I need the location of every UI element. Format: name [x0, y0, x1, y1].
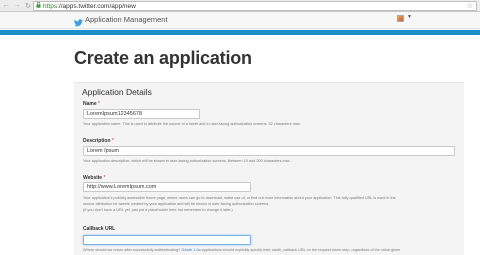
website-help-line2: source attribution for tweets created by…	[83, 202, 270, 206]
callback-url-input[interactable]	[83, 235, 251, 245]
url-scheme: https	[43, 2, 58, 10]
website-help-line3: (If you don't have a URL yet, just put a…	[83, 208, 233, 212]
required-mark: *	[98, 101, 100, 107]
name-input[interactable]	[83, 109, 200, 119]
name-label: Name *	[83, 101, 100, 107]
address-bar[interactable]: https://apps.twitter.com/app/new ☆	[33, 1, 477, 11]
required-mark: *	[111, 138, 114, 144]
callback-url-label-text: Callback URL	[83, 226, 116, 232]
website-label-text: Website	[83, 175, 103, 181]
description-input[interactable]	[83, 146, 455, 156]
chevron-down-icon[interactable]: ▼	[407, 14, 412, 20]
website-label: Website *	[83, 175, 105, 181]
application-details-panel	[74, 82, 464, 255]
name-label-text: Name	[83, 101, 97, 107]
forward-icon[interactable]: →	[12, 1, 22, 11]
page-title: Create an application	[74, 48, 252, 68]
avatar[interactable]	[397, 15, 404, 22]
website-input[interactable]	[83, 182, 251, 192]
app-management-title[interactable]: Application Management	[85, 15, 168, 24]
reload-icon[interactable]: ↻	[23, 1, 33, 11]
section-title: Application Details	[82, 87, 152, 97]
callback-url-label: Callback URL	[83, 226, 115, 232]
description-help: Your application description, which will…	[83, 159, 291, 163]
name-help: Your application name. This is used to a…	[83, 122, 301, 126]
required-mark: *	[103, 175, 106, 181]
lock-icon	[36, 2, 41, 10]
callback-help-suffix: applications should explicitly specify t…	[200, 248, 401, 252]
callback-url-help: Where should we return after successfull…	[83, 248, 400, 253]
bookmark-star-icon[interactable]: ☆	[467, 2, 473, 10]
description-label: Description *	[83, 138, 114, 144]
twitter-bird-icon[interactable]	[73, 14, 83, 27]
url-path: ://apps.twitter.com/app/new	[57, 2, 136, 10]
back-icon[interactable]: ←	[1, 1, 11, 11]
website-help-line1: Your application's publicly accessible h…	[83, 196, 396, 200]
oauth-link[interactable]: OAuth 1.0a	[181, 248, 200, 252]
header-accent-stripe	[0, 30, 480, 35]
callback-help-prefix: Where should we return after successfull…	[83, 248, 182, 252]
description-label-text: Description	[83, 138, 111, 144]
